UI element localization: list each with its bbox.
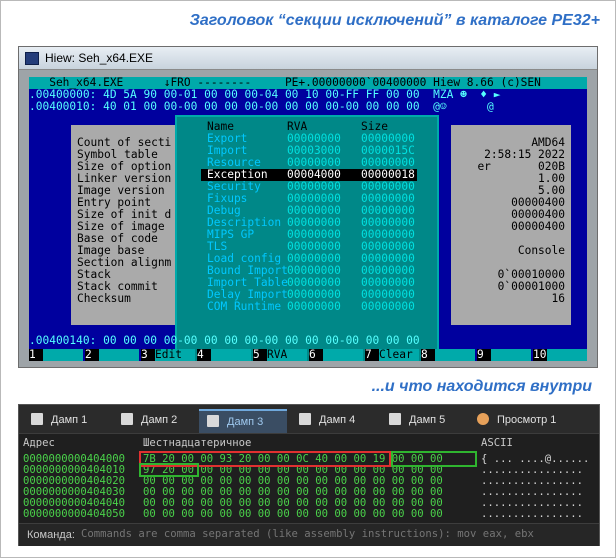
dump-tab-bar: Дамп 1 Дамп 2 Дамп 3 Дамп 4 Дамп 5 Просмотр 1 [19,405,599,434]
fkey-number: 9 [477,349,491,361]
pe-header-values: AMD64 2:58:15 2022 er 020B 1.00 5.00 00000400… [451,125,571,325]
tab-dump-3[interactable]: Дамп 3 [199,409,287,433]
tab-label: Дамп 4 [319,414,356,426]
hex-line-2[interactable]: .00400010: 40 01 00 00-00 00 00 00-00 00… [29,101,494,113]
hex-line-bottom[interactable]: .00400140: 00 00 00 00-00 00 00 00-00 00… [29,335,420,347]
hiew-window: Hiew: Seh_x64.EXE Seh_x64.EXE ↓FRO -----… [18,46,598,368]
pe-field-value: 16 [551,292,565,305]
command-input[interactable] [77,526,599,542]
fkey-label[interactable] [99,349,139,361]
fkey-number: 4 [197,349,211,361]
column-header-address: Адрес [23,437,55,449]
dump-row-addr: 0000000000404050 [23,508,126,520]
dir-cell-rva: 00000000 [287,300,341,313]
fkey-number: 8 [421,349,435,361]
view-tab-icon [477,413,489,425]
dump-tab-icon [207,415,219,427]
highlight-green-box-2 [391,451,477,467]
fkey-label[interactable]: RVA [267,349,307,361]
dump-tab-icon [31,413,43,425]
tab-label: Дамп 5 [409,414,446,426]
hiew-console[interactable]: Seh_x64.EXE ↓FRO -------- PE+.00000000`0… [29,77,587,361]
fkey-label[interactable]: Clear [379,349,419,361]
dir-row[interactable]: COM Runtime 00000000 00000000 [201,301,417,313]
tab-dump-1[interactable]: Дамп 1 [23,409,107,431]
pe-header-labels: Count of secti Symbol table Size of option… [71,125,186,325]
dump-window: Дамп 1 Дамп 2 Дамп 3 Дамп 4 Дамп 5 Просмотр 1… [18,404,600,546]
fkey-number: 2 [85,349,99,361]
column-header-ascii: ASCII [481,437,513,449]
tab-view-1[interactable]: Просмотр 1 [469,409,557,431]
fkey-label[interactable] [211,349,251,361]
command-label: Команда: [27,529,75,541]
fkey-number: 3 [141,349,155,361]
tab-label: Дамп 2 [141,414,178,426]
dump-row-ascii[interactable]: ................ [481,508,583,520]
fkey-number: 7 [365,349,379,361]
fkey-label[interactable] [435,349,475,361]
fkey-label[interactable] [491,349,531,361]
fkey-label[interactable] [547,349,587,361]
tab-dump-4[interactable]: Дамп 4 [291,409,375,431]
caption-bottom: ...и что находится внутри [371,378,592,395]
dump-tab-icon [389,413,401,425]
fkey-label[interactable] [43,349,83,361]
tab-label: Просмотр 1 [497,414,557,426]
fkey-label[interactable]: Edit [155,349,195,361]
dump-row-hex[interactable]: 00 00 00 00 00 00 00 00 00 00 00 00 00 0… [143,508,443,520]
highlight-green-box-1 [139,463,199,477]
hiew-title-bar[interactable]: Hiew: Seh_x64.EXE [19,47,597,70]
fkey-number: 1 [29,349,43,361]
tab-dump-5[interactable]: Дамп 5 [381,409,463,431]
tab-label: Дамп 1 [51,414,88,426]
tab-label: Дамп 3 [227,416,264,428]
dump-tab-icon [121,413,133,425]
fkey-number: 10 [533,348,547,361]
dir-cell-size: 00000000 [361,300,415,313]
dir-cell-name: COM Runtime [207,300,282,313]
fkey-number: 5 [253,349,267,361]
column-header-hex: Шестнадцатеричное [143,437,252,449]
fkey-number: 6 [309,349,323,361]
fkey-label[interactable] [323,349,363,361]
pe-field-value: 00000400 [511,220,565,233]
command-bar: Команда: [19,523,599,546]
dump-tab-icon [299,413,311,425]
data-directory-panel[interactable]: Name RVA Size Export 00000000 00000000 Impo… [175,115,439,361]
app-icon [25,52,39,65]
tab-dump-2[interactable]: Дамп 2 [113,409,193,431]
caption-top: Заголовок “секции исключений” в каталоге… [189,12,600,29]
pe-field-value: Console [517,244,565,257]
function-key-bar: 1 2 3 Edit 4 5 RVA 6 7 Clear 8 9 10 [29,349,587,361]
pe-field-label: Checksum [77,292,131,305]
hiew-window-title: Hiew: Seh_x64.EXE [45,51,154,65]
